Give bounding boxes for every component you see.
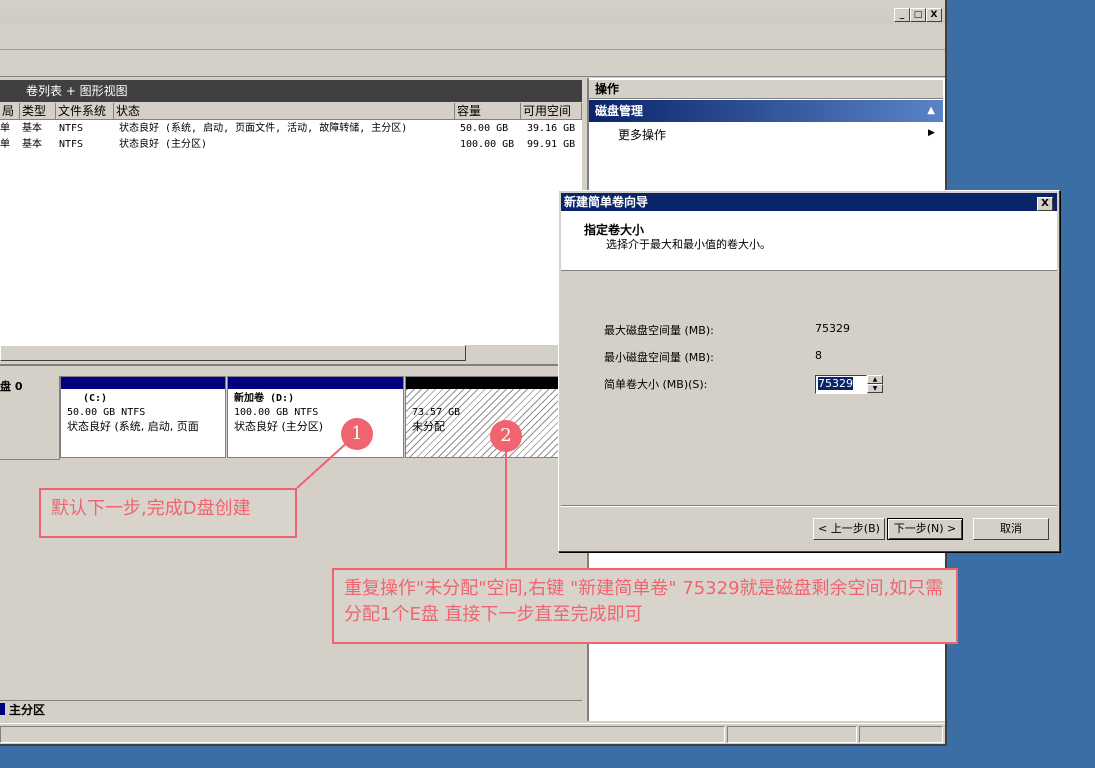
annotation-lines xyxy=(296,439,507,568)
callout-line-1 xyxy=(296,439,351,489)
annotation-note-1: 默认下一步,完成D盘创建 xyxy=(39,488,297,538)
step-marker-1: 1 xyxy=(341,418,373,450)
step-marker-2: 2 xyxy=(490,420,522,452)
annotation-note-2: 重复操作"未分配"空间,右键 "新建简单卷" 75329就是磁盘剩余空间,如只需… xyxy=(332,568,958,644)
